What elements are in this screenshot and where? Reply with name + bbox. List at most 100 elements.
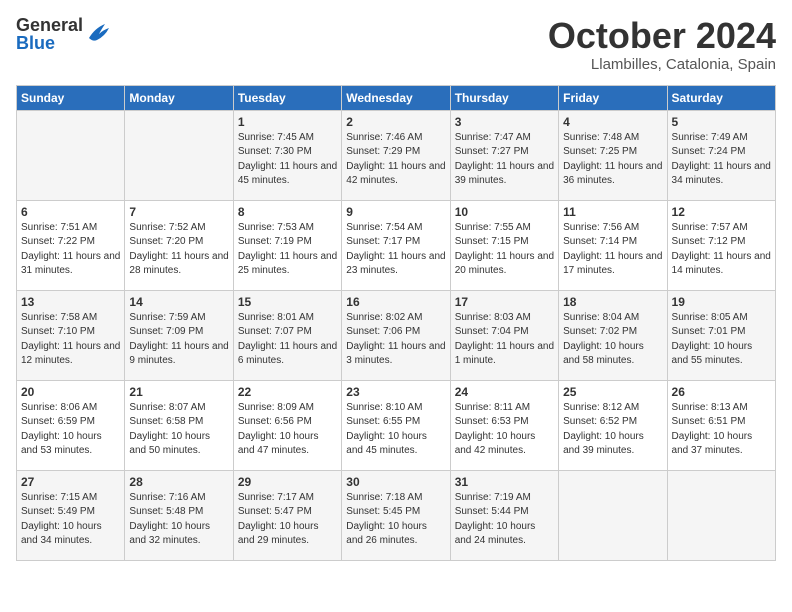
day-cell: 8 Sunrise: 7:53 AM Sunset: 7:19 PM Daylig… — [233, 200, 341, 290]
header-monday: Monday — [125, 85, 233, 110]
day-number: 8 — [238, 205, 337, 219]
day-cell: 27 Sunrise: 7:15 AM Sunset: 5:49 PM Dayli… — [17, 470, 125, 560]
day-info: Sunrise: 8:10 AM Sunset: 6:55 PM Dayligh… — [346, 401, 445, 459]
calendar-body: 1Sunrise: 7:45 AM Sunset: 7:30 PM Daylig… — [17, 110, 776, 560]
day-info: Sunrise: 7:53 AM Sunset: 7:19 PM Dayligh… — [238, 221, 337, 279]
day-info: Sunrise: 8:01 AM Sunset: 7:07 PM Dayligh… — [238, 311, 337, 369]
day-cell: 21 Sunrise: 8:07 AM Sunset: 6:58 PM Dayli… — [125, 380, 233, 470]
day-cell — [667, 470, 775, 560]
day-number: 21 — [129, 385, 228, 399]
day-cell: 29Sunrise: 7:17 AM Sunset: 5:47 PM Dayli… — [233, 470, 341, 560]
day-number: 29 — [238, 475, 337, 489]
day-info: Sunrise: 8:02 AM Sunset: 7:06 PM Dayligh… — [346, 311, 445, 369]
week-row-1: 1Sunrise: 7:45 AM Sunset: 7:30 PM Daylig… — [17, 110, 776, 200]
header-tuesday: Tuesday — [233, 85, 341, 110]
day-info: Sunrise: 7:49 AM Sunset: 7:24 PM Dayligh… — [672, 131, 771, 189]
day-cell: 4Sunrise: 7:48 AM Sunset: 7:25 PM Daylig… — [559, 110, 667, 200]
day-number: 9 — [346, 205, 445, 219]
day-cell: 25 Sunrise: 8:12 AM Sunset: 6:52 PM Dayli… — [559, 380, 667, 470]
day-info: Sunrise: 8:06 AM Sunset: 6:59 PM Dayligh… — [21, 401, 120, 459]
day-number: 28 — [129, 475, 228, 489]
day-number: 30 — [346, 475, 445, 489]
day-number: 2 — [346, 115, 445, 129]
day-number: 26 — [672, 385, 771, 399]
day-cell: 12 Sunrise: 7:57 AM Sunset: 7:12 PM Dayli… — [667, 200, 775, 290]
logo-bird-icon — [85, 20, 113, 44]
page-header: General Blue October 2024 Llambilles, Ca… — [16, 16, 776, 73]
day-info: Sunrise: 8:03 AM Sunset: 7:04 PM Dayligh… — [455, 311, 554, 369]
day-info: Sunrise: 7:46 AM Sunset: 7:29 PM Dayligh… — [346, 131, 445, 189]
day-cell: 18 Sunrise: 8:04 AM Sunset: 7:02 PM Dayli… — [559, 290, 667, 380]
day-info: Sunrise: 8:07 AM Sunset: 6:58 PM Dayligh… — [129, 401, 228, 459]
location-title: Llambilles, Catalonia, Spain — [548, 56, 776, 73]
day-info: Sunrise: 7:45 AM Sunset: 7:30 PM Dayligh… — [238, 131, 337, 189]
header-row: Sunday Monday Tuesday Wednesday Thursday… — [17, 85, 776, 110]
day-info: Sunrise: 7:19 AM Sunset: 5:44 PM Dayligh… — [455, 491, 554, 549]
day-info: Sunrise: 8:05 AM Sunset: 7:01 PM Dayligh… — [672, 311, 771, 369]
day-number: 17 — [455, 295, 554, 309]
day-info: Sunrise: 7:55 AM Sunset: 7:15 PM Dayligh… — [455, 221, 554, 279]
header-thursday: Thursday — [450, 85, 558, 110]
logo-text: General Blue — [16, 16, 83, 52]
day-info: Sunrise: 7:58 AM Sunset: 7:10 PM Dayligh… — [21, 311, 120, 369]
day-number: 20 — [21, 385, 120, 399]
day-cell: 6 Sunrise: 7:51 AM Sunset: 7:22 PM Daylig… — [17, 200, 125, 290]
day-number: 12 — [672, 205, 771, 219]
day-number: 11 — [563, 205, 662, 219]
day-number: 19 — [672, 295, 771, 309]
day-number: 25 — [563, 385, 662, 399]
day-cell: 14Sunrise: 7:59 AM Sunset: 7:09 PM Dayli… — [125, 290, 233, 380]
day-cell: 10 Sunrise: 7:55 AM Sunset: 7:15 PM Dayli… — [450, 200, 558, 290]
day-cell: 7 Sunrise: 7:52 AM Sunset: 7:20 PM Daylig… — [125, 200, 233, 290]
calendar-header: Sunday Monday Tuesday Wednesday Thursday… — [17, 85, 776, 110]
day-info: Sunrise: 8:12 AM Sunset: 6:52 PM Dayligh… — [563, 401, 662, 459]
day-number: 3 — [455, 115, 554, 129]
day-cell: 30Sunrise: 7:18 AM Sunset: 5:45 PM Dayli… — [342, 470, 450, 560]
day-number: 16 — [346, 295, 445, 309]
day-info: Sunrise: 7:15 AM Sunset: 5:49 PM Dayligh… — [21, 491, 120, 549]
day-cell: 23Sunrise: 8:10 AM Sunset: 6:55 PM Dayli… — [342, 380, 450, 470]
day-number: 4 — [563, 115, 662, 129]
day-info: Sunrise: 7:54 AM Sunset: 7:17 PM Dayligh… — [346, 221, 445, 279]
calendar-table: Sunday Monday Tuesday Wednesday Thursday… — [16, 85, 776, 561]
day-number: 22 — [238, 385, 337, 399]
month-title: October 2024 — [548, 16, 776, 56]
day-info: Sunrise: 7:16 AM Sunset: 5:48 PM Dayligh… — [129, 491, 228, 549]
day-number: 14 — [129, 295, 228, 309]
week-row-4: 20 Sunrise: 8:06 AM Sunset: 6:59 PM Dayli… — [17, 380, 776, 470]
day-cell — [17, 110, 125, 200]
day-cell: 5Sunrise: 7:49 AM Sunset: 7:24 PM Daylig… — [667, 110, 775, 200]
day-cell: 3 Sunrise: 7:47 AM Sunset: 7:27 PM Daylig… — [450, 110, 558, 200]
day-number: 6 — [21, 205, 120, 219]
day-number: 10 — [455, 205, 554, 219]
day-cell: 16 Sunrise: 8:02 AM Sunset: 7:06 PM Dayli… — [342, 290, 450, 380]
day-cell: 1Sunrise: 7:45 AM Sunset: 7:30 PM Daylig… — [233, 110, 341, 200]
day-info: Sunrise: 8:09 AM Sunset: 6:56 PM Dayligh… — [238, 401, 337, 459]
day-number: 15 — [238, 295, 337, 309]
day-number: 7 — [129, 205, 228, 219]
header-saturday: Saturday — [667, 85, 775, 110]
logo: General Blue — [16, 16, 113, 52]
day-number: 31 — [455, 475, 554, 489]
day-cell: 19 Sunrise: 8:05 AM Sunset: 7:01 PM Dayli… — [667, 290, 775, 380]
day-cell: 22 Sunrise: 8:09 AM Sunset: 6:56 PM Dayli… — [233, 380, 341, 470]
day-cell: 15 Sunrise: 8:01 AM Sunset: 7:07 PM Dayli… — [233, 290, 341, 380]
day-cell: 20 Sunrise: 8:06 AM Sunset: 6:59 PM Dayli… — [17, 380, 125, 470]
day-cell: 17 Sunrise: 8:03 AM Sunset: 7:04 PM Dayli… — [450, 290, 558, 380]
day-cell: 11 Sunrise: 7:56 AM Sunset: 7:14 PM Dayli… — [559, 200, 667, 290]
day-number: 18 — [563, 295, 662, 309]
day-info: Sunrise: 7:51 AM Sunset: 7:22 PM Dayligh… — [21, 221, 120, 279]
day-info: Sunrise: 7:47 AM Sunset: 7:27 PM Dayligh… — [455, 131, 554, 189]
day-info: Sunrise: 7:52 AM Sunset: 7:20 PM Dayligh… — [129, 221, 228, 279]
day-cell — [559, 470, 667, 560]
title-block: October 2024 Llambilles, Catalonia, Spai… — [548, 16, 776, 73]
day-info: Sunrise: 8:04 AM Sunset: 7:02 PM Dayligh… — [563, 311, 662, 369]
week-row-5: 27 Sunrise: 7:15 AM Sunset: 5:49 PM Dayli… — [17, 470, 776, 560]
day-cell: 9 Sunrise: 7:54 AM Sunset: 7:17 PM Daylig… — [342, 200, 450, 290]
day-info: Sunrise: 7:56 AM Sunset: 7:14 PM Dayligh… — [563, 221, 662, 279]
day-info: Sunrise: 8:11 AM Sunset: 6:53 PM Dayligh… — [455, 401, 554, 459]
day-number: 13 — [21, 295, 120, 309]
day-cell: 13 Sunrise: 7:58 AM Sunset: 7:10 PM Dayli… — [17, 290, 125, 380]
day-info: Sunrise: 7:57 AM Sunset: 7:12 PM Dayligh… — [672, 221, 771, 279]
day-number: 27 — [21, 475, 120, 489]
